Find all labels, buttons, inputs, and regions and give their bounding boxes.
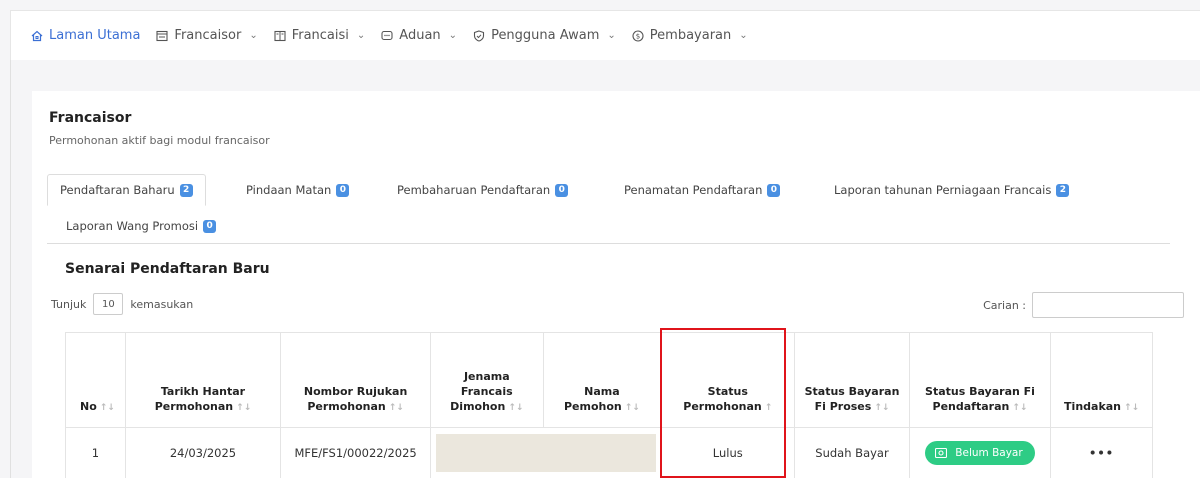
nav-francaisi[interactable]: Francaisi ⌄ [274,28,366,43]
chevron-down-icon: ⌄ [607,30,616,41]
col-label: Status Permohonan [683,385,762,414]
cell-ref: MFE/FS1/00022/2025 [280,427,431,478]
col-status-permohonan[interactable]: Status Permohonan ↑ [660,332,795,428]
nav-label: Francaisi [291,28,349,43]
main-card: Francaisor Permohonan aktif bagi modul f… [32,91,1200,478]
pill-label: Belum Bayar [955,446,1023,459]
page-subtitle: Permohonan aktif bagi modul francaisor [49,134,270,147]
chat-icon [381,30,393,40]
tab-label: Laporan Wang Promosi [66,219,199,233]
col-label: Tarikh Hantar Permohonan [154,385,246,414]
tab-laporan-wang-promosi[interactable]: Laporan Wang Promosi 0 [66,210,217,242]
table-row: 1 24/03/2025 MFE/FS1/00022/2025 Lulus Su… [65,427,1153,478]
nav-label: Aduan [399,28,441,43]
col-nombor-rujukan[interactable]: Nombor Rujukan Permohonan ↑↓ [280,332,431,428]
sort-icon: ↑↓ [624,403,640,414]
col-label: Jenama Francais Dimohon [450,370,513,414]
cell-action: ••• [1050,427,1153,478]
nav-pembayaran[interactable]: $ Pembayaran ⌄ [632,28,748,43]
tab-label: Pindaan Matan [246,183,332,197]
col-jenama[interactable]: Jenama Francais Dimohon ↑↓ [430,332,544,428]
chevron-down-icon: ⌄ [448,30,458,41]
nav-label: Laman Utama [49,28,141,43]
col-status-fi-pendaftaran[interactable]: Status Bayaran Fi Pendaftaran ↑↓ [908,332,1051,428]
cell-redacted [430,427,661,478]
top-navigation: Laman Utama Francaisor ⌄ Francaisi ⌄ Adu… [10,10,1200,60]
col-no[interactable]: No ↑↓ [65,332,126,428]
home-icon [31,30,43,41]
chevron-down-icon: ⌄ [739,30,748,41]
sort-icon: ↑↓ [388,403,404,414]
sort-icon: ↑↓ [99,403,115,414]
col-tarikh[interactable]: Tarikh Hantar Permohonan ↑↓ [124,332,281,428]
sort-icon: ↑↓ [1012,403,1028,414]
col-nama-pemohon[interactable]: Nama Pemohon ↑↓ [542,332,661,428]
tab-pindaan-matan[interactable]: Pindaan Matan 0 [246,174,350,206]
page-divider [10,60,11,478]
length-suffix: kemasukan [130,297,194,311]
cell-fee-reg: Belum Bayar [908,427,1051,478]
payment-icon [935,447,948,458]
nav-label: Pembayaran [649,28,732,43]
page-title: Francaisor [49,110,132,126]
svg-text:$: $ [636,32,640,40]
tab-label: Pembaharuan Pendaftaran [397,183,551,197]
search-input[interactable] [1032,292,1184,318]
tab-penamatan-pendaftaran[interactable]: Penamatan Pendaftaran 0 [624,174,781,206]
cell-fee-process: Sudah Bayar [794,427,910,478]
col-label: No [80,400,97,414]
list-icon [156,30,168,41]
chevron-down-icon: ⌄ [356,30,366,41]
cell-date: 24/03/2025 [124,427,281,478]
tab-label: Pendaftaran Baharu [60,183,175,197]
nav-pengguna-awam[interactable]: Pengguna Awam ⌄ [473,28,616,43]
nav-laman-utama[interactable]: Laman Utama [31,28,140,43]
search-control: Carian : [983,292,1184,318]
sort-icon: ↑↓ [508,403,524,414]
belum-bayar-button[interactable]: Belum Bayar [925,440,1035,465]
shield-icon [474,29,485,42]
nav-label: Pengguna Awam [491,28,600,43]
book-icon [274,30,286,41]
tab-count-badge: 0 [336,183,350,197]
tab-pendaftaran-baharu[interactable]: Pendaftaran Baharu 2 [47,174,206,206]
applications-table: No ↑↓ Tarikh Hantar Permohonan ↑↓ Nombor R… [65,332,1153,478]
nav-label: Francaisor [174,28,242,43]
coin-icon: $ [632,29,644,42]
tab-laporan-tahunan[interactable]: Laporan tahunan Perniagaan Francais 2 [834,174,1070,206]
sort-icon: ↑↓ [1124,403,1140,414]
chevron-down-icon: ⌄ [249,30,258,41]
col-tindakan[interactable]: Tindakan ↑↓ [1050,332,1153,428]
col-label: Tindakan [1064,400,1122,414]
nav-aduan[interactable]: Aduan ⌄ [381,28,457,43]
tab-count-badge: 0 [555,183,569,197]
tab-label: Laporan tahunan Perniagaan Francais [834,183,1052,197]
redacted-block [436,433,657,472]
tab-count-badge: 0 [203,219,217,233]
nav-francaisor[interactable]: Francaisor ⌄ [156,28,258,43]
table-header-row: No ↑↓ Tarikh Hantar Permohonan ↑↓ Nombor R… [65,332,1153,428]
section-title: Senarai Pendaftaran Baru [65,261,270,277]
col-label: Nama Pemohon [563,385,622,414]
tab-count-badge: 2 [179,183,193,197]
sort-icon: ↑ [764,403,773,414]
sort-icon: ↑↓ [236,403,252,414]
tab-count-badge: 0 [767,183,781,197]
length-prefix: Tunjuk [51,297,87,311]
more-actions-icon[interactable]: ••• [1089,446,1114,460]
sort-icon: ↑↓ [874,403,890,414]
search-label: Carian : [983,298,1026,312]
cell-no: 1 [65,427,126,478]
page-length-control: Tunjuk 10 kemasukan [51,293,193,315]
tab-count-badge: 2 [1056,183,1070,197]
tab-pembaharuan-pendaftaran[interactable]: Pembaharuan Pendaftaran 0 [397,174,569,206]
col-status-fi-proses[interactable]: Status Bayaran Fi Proses ↑↓ [794,332,910,428]
tab-bar: Pendaftaran Baharu 2 Pindaan Matan 0 Pemba… [47,174,1170,244]
cell-status: Lulus [660,427,795,478]
tab-label: Penamatan Pendaftaran [624,183,763,197]
page-length-select[interactable]: 10 [93,293,124,315]
